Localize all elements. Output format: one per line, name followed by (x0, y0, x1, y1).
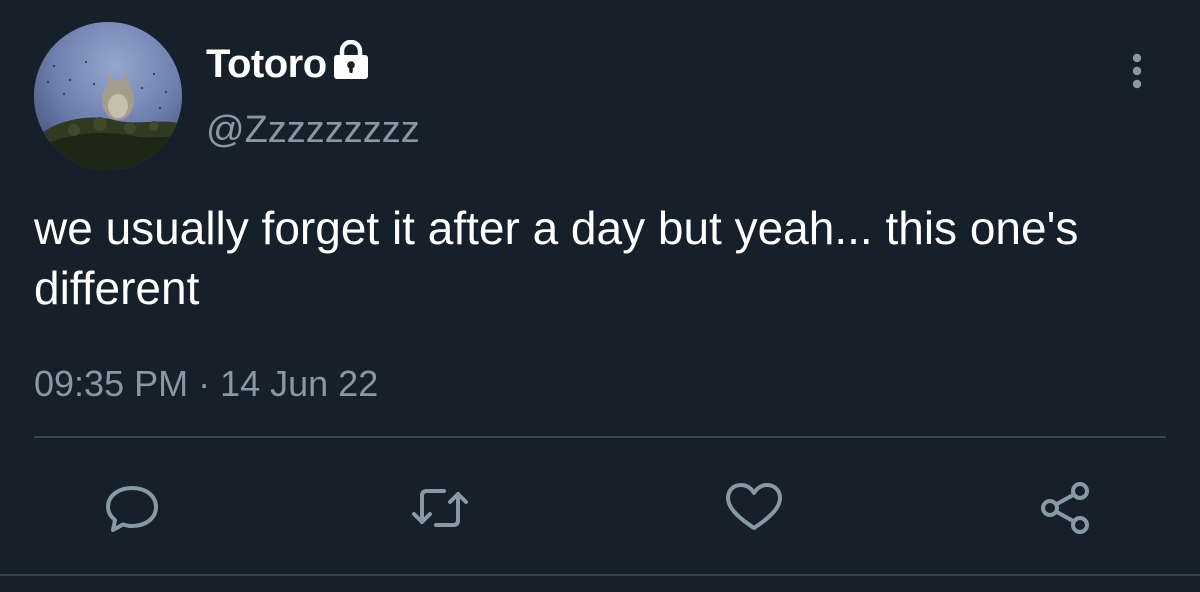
bottom-divider (0, 574, 1200, 576)
more-options-icon[interactable] (1120, 50, 1154, 94)
avatar-image (34, 22, 182, 170)
retweet-button[interactable] (410, 480, 470, 536)
share-button[interactable] (1036, 480, 1096, 536)
reply-icon (106, 486, 158, 532)
avatar[interactable] (34, 22, 182, 170)
tweet-timestamp[interactable]: 09:35 PM · 14 Jun 22 (34, 362, 378, 406)
retweet-icon (412, 489, 468, 527)
reply-button[interactable] (102, 480, 162, 536)
tweet-text: we usually forget it after a day but yea… (34, 202, 1079, 314)
heart-icon (726, 483, 782, 530)
user-handle[interactable]: @Zzzzzzzzz (206, 108, 420, 152)
share-icon (1041, 482, 1089, 534)
like-button[interactable] (724, 480, 784, 536)
tweet-card: Totoro @Zzzzzzzzz we usually forget it a… (0, 0, 1200, 592)
lock-icon (334, 40, 368, 79)
divider (34, 436, 1166, 438)
display-name[interactable]: Totoro (206, 40, 327, 88)
